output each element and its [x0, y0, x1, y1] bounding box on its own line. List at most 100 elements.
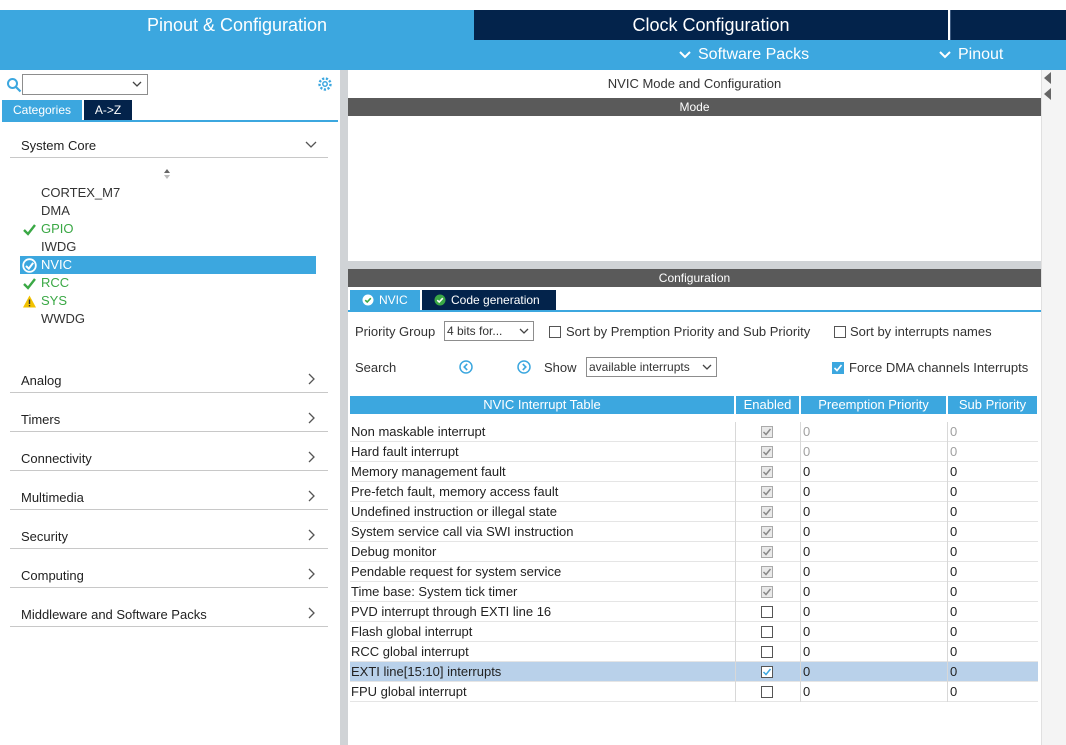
section-connectivity[interactable]: Connectivity [10, 445, 328, 471]
sub-priority-cell[interactable]: 0 [947, 462, 1038, 482]
panel-splitter[interactable] [340, 70, 348, 745]
interrupt-name: Pre-fetch fault, memory access fault [351, 484, 559, 499]
preemption-priority-cell[interactable]: 0 [800, 542, 946, 562]
section-analog[interactable]: Analog [10, 367, 328, 393]
preemption-priority-cell[interactable]: 0 [800, 662, 946, 682]
search-input[interactable] [22, 74, 148, 95]
column-header-sub-priority[interactable]: Sub Priority [948, 396, 1037, 414]
sort-icon[interactable] [162, 168, 172, 180]
table-row[interactable]: Flash global interrupt 0 0 [350, 622, 1038, 642]
system-core-item-nvic[interactable]: NVIC [20, 256, 316, 274]
section-security[interactable]: Security [10, 523, 328, 549]
table-row[interactable]: Pre-fetch fault, memory access fault 0 0 [350, 482, 1038, 502]
chevron-down-icon[interactable] [131, 78, 143, 90]
enabled-checkbox[interactable] [761, 606, 773, 618]
preemption-priority-cell[interactable]: 0 [800, 562, 946, 582]
priority-group-select[interactable]: 4 bits for... [444, 321, 534, 341]
table-row[interactable]: RCC global interrupt 0 0 [350, 642, 1038, 662]
sub-priority-cell[interactable]: 0 [947, 622, 1038, 642]
tab-categories[interactable]: Categories [2, 100, 82, 120]
system-core-item-cortex_m7[interactable]: CORTEX_M7 [20, 184, 316, 202]
section-middleware-and-software-packs[interactable]: Middleware and Software Packs [10, 601, 328, 627]
check-icon [762, 528, 772, 536]
force-dma-checkbox[interactable] [832, 362, 844, 374]
pinout-menu[interactable]: Pinout [938, 40, 1003, 70]
tab-pinout-configuration[interactable]: Pinout & Configuration [0, 10, 474, 40]
preemption-priority-cell[interactable]: 0 [800, 602, 946, 622]
preemption-priority-cell[interactable]: 0 [800, 482, 946, 502]
section-computing[interactable]: Computing [10, 562, 328, 588]
sub-priority-cell[interactable]: 0 [947, 542, 1038, 562]
tab-a-z[interactable]: A->Z [84, 100, 132, 120]
check-icon [762, 428, 772, 436]
tab-nvic[interactable]: NVIC [350, 290, 420, 310]
right-scrollbar[interactable] [1041, 70, 1066, 745]
sub-priority-cell[interactable]: 0 [947, 602, 1038, 622]
main-tabbar: Pinout & Configuration Clock Configurati… [0, 10, 1066, 40]
sub-priority-cell[interactable]: 0 [947, 662, 1038, 682]
table-row[interactable]: Time base: System tick timer 0 0 [350, 582, 1038, 602]
sub-priority-cell[interactable]: 0 [947, 522, 1038, 542]
column-header-name[interactable]: NVIC Interrupt Table [350, 396, 734, 414]
column-header-preemption[interactable]: Preemption Priority [801, 396, 946, 414]
tab-extra[interactable] [950, 10, 1066, 40]
sub-priority-cell[interactable]: 0 [947, 582, 1038, 602]
search-previous-icon[interactable] [459, 360, 473, 374]
check-icon [23, 224, 36, 236]
enabled-checkbox[interactable] [761, 666, 773, 678]
enabled-checkbox[interactable] [761, 646, 773, 658]
chevron-right-icon [308, 490, 315, 502]
section-system-core[interactable]: System Core [10, 132, 328, 158]
system-core-item-gpio[interactable]: GPIO [20, 220, 316, 238]
gear-icon[interactable] [316, 75, 334, 93]
preemption-priority-cell[interactable]: 0 [800, 622, 946, 642]
sort-names-checkbox[interactable] [834, 326, 846, 338]
preemption-priority-cell[interactable]: 0 [800, 522, 946, 542]
search-next-icon[interactable] [517, 360, 531, 374]
show-select[interactable]: available interrupts [586, 357, 717, 377]
tab-clock-configuration[interactable]: Clock Configuration [474, 10, 948, 40]
table-row[interactable]: Pendable request for system service 0 0 [350, 562, 1038, 582]
sub-priority-cell[interactable]: 0 [947, 682, 1038, 702]
system-core-item-rcc[interactable]: RCC [20, 274, 316, 292]
section-splitter[interactable] [348, 261, 1041, 269]
table-row[interactable]: Hard fault interrupt 0 0 [350, 442, 1038, 462]
preemption-priority-cell[interactable]: 0 [800, 682, 946, 702]
preemption-priority-cell[interactable]: 0 [800, 642, 946, 662]
preemption-priority-cell[interactable]: 0 [800, 502, 946, 522]
table-row[interactable]: System service call via SWI instruction 0… [350, 522, 1038, 542]
sort-premption-checkbox[interactable] [549, 326, 561, 338]
preemption-priority-cell[interactable]: 0 [800, 582, 946, 602]
search-icon[interactable] [6, 77, 22, 93]
column-header-enabled[interactable]: Enabled [736, 396, 799, 414]
section-multimedia[interactable]: Multimedia [10, 484, 328, 510]
check-icon [762, 548, 772, 556]
table-row[interactable]: Undefined instruction or illegal state 0 0 [350, 502, 1038, 522]
sub-priority-cell[interactable]: 0 [947, 642, 1038, 662]
sub-priority-cell[interactable]: 0 [947, 502, 1038, 522]
table-row[interactable]: Non maskable interrupt 0 0 [350, 422, 1038, 442]
tab-code-generation[interactable]: Code generation [422, 290, 556, 310]
sub-priority-cell[interactable]: 0 [947, 482, 1038, 502]
enabled-checkbox[interactable] [761, 626, 773, 638]
search-label: Search [355, 360, 397, 375]
sub-priority-cell[interactable]: 0 [947, 562, 1038, 582]
enabled-checkbox[interactable] [761, 686, 773, 698]
preemption-priority-cell[interactable]: 0 [800, 462, 946, 482]
enabled-checkbox [761, 466, 773, 478]
system-core-item-sys[interactable]: SYS [20, 292, 316, 310]
table-row[interactable]: FPU global interrupt 0 0 [350, 682, 1038, 702]
system-core-item-label: SYS [41, 293, 68, 308]
collapse-arrow-icon[interactable] [1044, 72, 1051, 84]
system-core-item-dma[interactable]: DMA [20, 202, 316, 220]
table-row[interactable]: PVD interrupt through EXTI line 16 0 0 [350, 602, 1038, 622]
collapse-arrow-icon[interactable] [1044, 88, 1051, 100]
table-row[interactable]: Memory management fault 0 0 [350, 462, 1038, 482]
system-core-item-iwdg[interactable]: IWDG [20, 238, 316, 256]
software-packs-menu[interactable]: Software Packs [678, 40, 809, 70]
enabled-cell [735, 482, 799, 502]
table-row[interactable]: EXTI line[15:10] interrupts 0 0 [350, 662, 1038, 682]
table-row[interactable]: Debug monitor 0 0 [350, 542, 1038, 562]
section-timers[interactable]: Timers [10, 406, 328, 432]
system-core-item-wwdg[interactable]: WWDG [20, 310, 316, 328]
